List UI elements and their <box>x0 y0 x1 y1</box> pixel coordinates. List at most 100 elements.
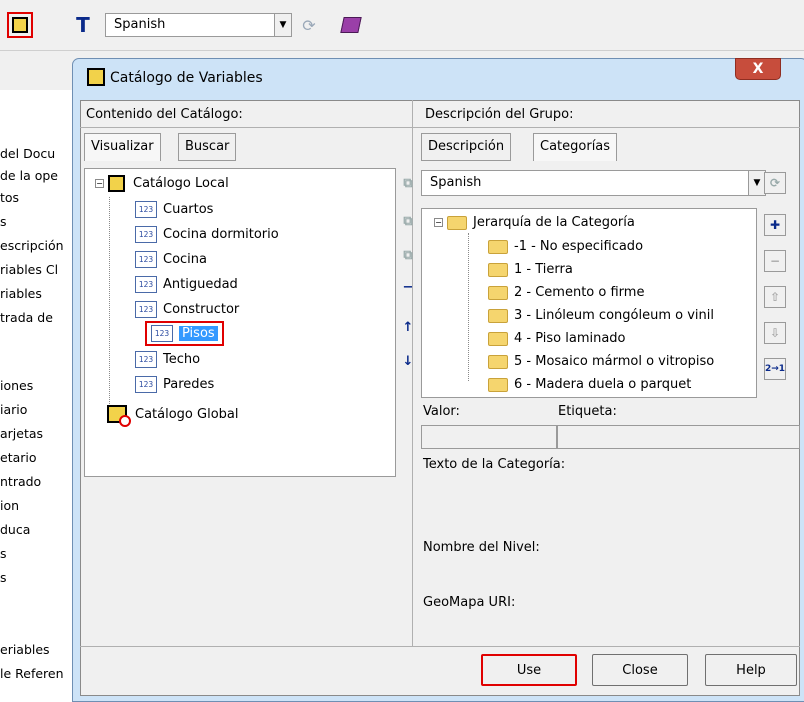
valor-field[interactable] <box>421 425 557 449</box>
category-label: 2 - Cemento o firme <box>514 285 645 300</box>
list-item[interactable]: del Docu <box>0 144 78 164</box>
dialog-title: Catálogo de Variables <box>110 70 263 86</box>
tab-categorias[interactable]: Categorías <box>533 133 618 161</box>
tree-node-label: Catálogo Local <box>133 176 229 191</box>
list-item[interactable]: iones <box>0 376 78 396</box>
list-item[interactable]: riables Cl <box>0 260 78 280</box>
tree-item-label: Cocina dormitorio <box>163 227 279 242</box>
category-item[interactable]: 4 - Piso laminado <box>488 331 626 346</box>
etiqueta-label: Etiqueta: <box>558 404 617 419</box>
refresh-toolbar-button[interactable]: ⟳ <box>296 12 322 38</box>
copy-to-group-button[interactable]: ⧉ <box>397 172 419 194</box>
category-label: 3 - Linóleum congóleum o vinil <box>514 308 714 323</box>
list-item[interactable]: eriables <box>0 640 78 660</box>
global-catalog-icon <box>107 405 131 427</box>
folder-icon <box>488 308 508 323</box>
list-item[interactable]: riables <box>0 284 78 304</box>
texto-categoria-label: Texto de la Categoría: <box>423 457 566 472</box>
list-item[interactable]: s <box>0 212 78 232</box>
category-label: 5 - Mosaico mármol o vitropiso <box>514 354 715 369</box>
left-panel: del Docu de la ope tos s escripción riab… <box>0 90 78 700</box>
refresh-button[interactable]: ⟳ <box>764 172 786 194</box>
catalog-icon <box>12 17 28 33</box>
tree-item[interactable]: 123 Cocina <box>135 251 207 268</box>
category-label: 4 - Piso laminado <box>514 331 626 346</box>
list-item[interactable]: trada de <box>0 308 78 328</box>
tree-item[interactable]: 123 Cocina dormitorio <box>135 226 279 243</box>
list-item[interactable]: s <box>0 544 78 564</box>
etiqueta-field[interactable] <box>557 425 800 449</box>
list-item[interactable]: tos <box>0 188 78 208</box>
numeric-variable-icon: 123 <box>151 325 173 342</box>
book-toolbar-button[interactable] <box>338 12 364 38</box>
hierarchy-root-label: Jerarquía de la Categoría <box>473 215 635 230</box>
nombre-nivel-label: Nombre del Nivel: <box>423 540 540 555</box>
list-item[interactable]: ion <box>0 496 78 516</box>
collapse-icon[interactable]: − <box>434 218 443 227</box>
add-category-button[interactable]: ✚ <box>764 214 786 236</box>
move-category-up-button[interactable]: ⇧ <box>764 286 786 308</box>
category-item[interactable]: 1 - Tierra <box>488 262 573 277</box>
list-item[interactable]: duca <box>0 520 78 540</box>
list-item[interactable]: le Referen <box>0 664 78 684</box>
category-label: -1 - No especificado <box>514 239 644 254</box>
folder-icon <box>488 377 508 392</box>
list-item[interactable]: de la ope <box>0 166 78 186</box>
tree-item-label: Paredes <box>163 377 215 392</box>
tree-item[interactable]: 123 Cuartos <box>135 201 213 218</box>
list-item[interactable]: etario <box>0 448 78 468</box>
collapse-icon[interactable]: − <box>95 179 104 188</box>
category-item[interactable]: 6 - Madera duela o parquet <box>488 377 691 392</box>
catalog-icon <box>108 175 125 192</box>
category-label: 6 - Madera duela o parquet <box>514 377 692 392</box>
close-dialog-button[interactable]: X <box>735 58 781 80</box>
tree-item[interactable]: 123 Constructor <box>135 301 239 318</box>
move-up-button[interactable]: ↑ <box>397 316 419 338</box>
tree-node-global-catalog[interactable]: Catálogo Global <box>107 405 238 427</box>
tree-line <box>109 197 110 412</box>
main-toolbar: T Spanish ▼ ⟳ <box>0 0 804 50</box>
language-dropdown-arrow[interactable]: ▼ <box>275 13 292 37</box>
tree-item[interactable]: 123 Antiguedad <box>135 276 238 293</box>
folder-open-icon <box>447 215 467 230</box>
list-item[interactable]: s <box>0 568 78 588</box>
tab-descripcion[interactable]: Descripción <box>421 133 512 161</box>
tree-line <box>468 233 469 381</box>
tree-item[interactable]: 123 Techo <box>135 351 200 368</box>
tab-buscar[interactable]: Buscar <box>178 133 237 161</box>
category-language-select[interactable]: Spanish <box>421 170 749 196</box>
tab-visualizar[interactable]: Visualizar <box>84 133 161 161</box>
edit-button[interactable]: ⧉ <box>397 244 419 266</box>
catalog-tree[interactable]: − Catálogo Local 123 Cuartos 123 Cocina … <box>84 168 396 477</box>
category-item[interactable]: 2 - Cemento o firme <box>488 285 644 300</box>
language-select[interactable]: Spanish <box>105 13 275 37</box>
move-down-button[interactable]: ↓ <box>397 350 419 372</box>
remove-category-button[interactable]: − <box>764 250 786 272</box>
tree-item-selected[interactable]: 123 Pisos <box>145 321 224 346</box>
list-item[interactable]: arjetas <box>0 424 78 444</box>
sort-categories-button[interactable]: 2→1 <box>764 358 786 380</box>
list-item[interactable] <box>0 616 78 636</box>
group-description-header: Descripción del Grupo: <box>425 107 574 122</box>
move-category-down-button[interactable]: ⇩ <box>764 322 786 344</box>
tree-item-label: Techo <box>163 352 201 367</box>
category-item[interactable]: 5 - Mosaico mármol o vitropiso <box>488 354 714 369</box>
text-toolbar-button[interactable]: T <box>70 12 96 38</box>
use-button[interactable]: Use <box>481 654 577 686</box>
category-item[interactable]: 3 - Linóleum congóleum o vinil <box>488 308 714 323</box>
close-button[interactable]: Close <box>592 654 688 686</box>
help-button[interactable]: Help <box>705 654 797 686</box>
tree-node-local-catalog[interactable]: − Catálogo Local <box>95 175 229 192</box>
category-item[interactable]: -1 - No especificado <box>488 239 643 254</box>
list-item[interactable]: iario <box>0 400 78 420</box>
category-hierarchy-tree[interactable]: − Jerarquía de la Categoría -1 - No espe… <box>421 208 757 398</box>
numeric-variable-icon: 123 <box>135 301 157 318</box>
catalog-toolbar-button[interactable] <box>7 12 33 38</box>
hierarchy-root[interactable]: − Jerarquía de la Categoría <box>434 215 635 230</box>
remove-button[interactable]: − <box>397 276 419 298</box>
folder-icon <box>488 285 508 300</box>
list-item[interactable]: ntrado <box>0 472 78 492</box>
tree-item[interactable]: 123 Paredes <box>135 376 214 393</box>
list-item[interactable]: escripción <box>0 236 78 256</box>
insert-button[interactable]: ⧉ <box>397 210 419 232</box>
